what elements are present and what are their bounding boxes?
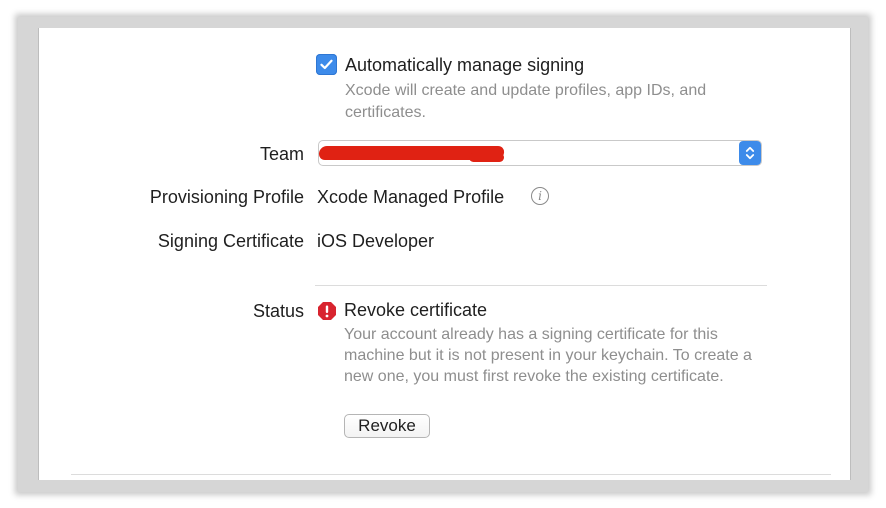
bottom-divider [71,474,831,475]
error-icon [318,302,336,320]
team-select-stepper[interactable] [739,141,761,165]
status-title: Revoke certificate [344,300,488,320]
checkmark-icon [320,59,333,70]
status-description: Your account already has a signing certi… [344,326,752,385]
revoke-button[interactable]: Revoke [344,414,430,438]
chevron-up-down-icon [745,146,755,160]
signing-certificate-value: iOS Developer [317,231,435,251]
provisioning-profile-label: Provisioning Profile [149,187,304,207]
auto-manage-signing-checkbox[interactable] [316,54,337,75]
team-redaction-mark-tail [469,153,504,162]
team-label: Team [259,144,304,164]
provisioning-profile-value: Xcode Managed Profile [317,187,505,207]
section-divider [315,285,767,286]
status-label: Status [252,301,304,321]
auto-manage-signing-label[interactable]: Automatically manage signing [345,55,584,76]
screenshot-frame: Automatically manage signing Xcode will … [0,0,886,508]
signing-certificate-label: Signing Certificate [157,231,304,251]
signing-panel: Automatically manage signing Xcode will … [38,28,851,480]
info-icon[interactable]: i [531,187,549,205]
auto-manage-signing-description: Xcode will create and update profiles, a… [345,82,707,121]
